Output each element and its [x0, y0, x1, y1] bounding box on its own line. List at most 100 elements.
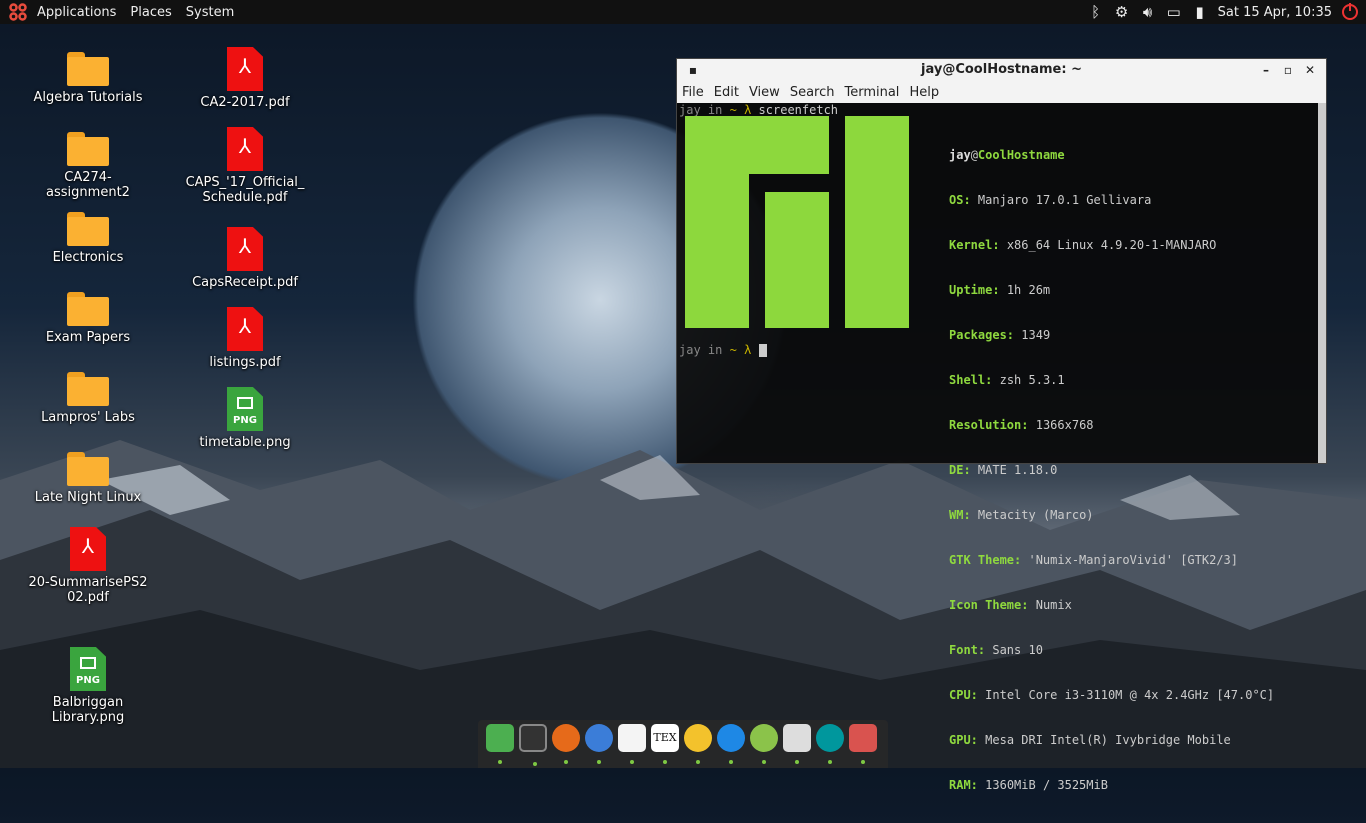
- trash-icon[interactable]: [849, 724, 877, 764]
- text-cursor: [758, 344, 767, 357]
- minimize-button[interactable]: –: [1258, 59, 1274, 81]
- info-value: Sans 10: [992, 643, 1043, 657]
- info-host: CoolHostname: [977, 148, 1065, 162]
- prompt-symbol: λ: [744, 343, 752, 357]
- terminal-window[interactable]: ▪ jay@CoolHostname: ~ – ▫ ✕ File Edit Vi…: [676, 58, 1327, 792]
- info-row: Icon Theme: Numix: [949, 598, 1274, 613]
- power-icon[interactable]: [1342, 3, 1358, 20]
- desktop-file-ca2-2017-pdf[interactable]: ⅄ CA2-2017.pdf: [180, 47, 310, 110]
- menu-terminal[interactable]: Terminal: [839, 85, 904, 100]
- info-row: Font: Sans 10: [949, 643, 1274, 658]
- info-value: Mesa DRI Intel(R) Ivybridge Mobile: [985, 733, 1231, 747]
- terminal-titlebar[interactable]: ▪ jay@CoolHostname: ~ – ▫ ✕: [677, 59, 1326, 81]
- places-menu[interactable]: Places: [123, 5, 178, 20]
- desktop-folder-lampros-labs[interactable]: Lampros' Labs: [23, 372, 153, 425]
- info-row: Resolution: 1366x768: [949, 418, 1274, 433]
- acrobat-icon[interactable]: [783, 724, 811, 764]
- desktop-folder-ca274-assignment2[interactable]: CA274-assignment2: [23, 132, 153, 200]
- battery-icon[interactable]: ▮: [1192, 3, 1208, 21]
- dock: TEX: [478, 720, 888, 768]
- network-icon[interactable]: ▭: [1166, 3, 1182, 21]
- window-title: jay@CoolHostname: ~: [921, 62, 1082, 77]
- thunderbird-icon[interactable]: [585, 724, 613, 764]
- desktop-folder-exam-papers[interactable]: Exam Papers: [23, 292, 153, 345]
- desktop-folder-algebra-tutorials[interactable]: Algebra Tutorials: [23, 52, 153, 105]
- menu-view[interactable]: View: [744, 85, 785, 100]
- desktop-icon-label: Exam Papers: [45, 330, 131, 345]
- desktop-icon-label: CAPS_'17_Official_Schedule.pdf: [185, 175, 305, 205]
- prompt-dir: ~: [729, 343, 737, 357]
- info-row: WM: Metacity (Marco): [949, 508, 1274, 523]
- system-tray: ᛒ ⚙ 🔊︎ ▭ ▮ Sat 15 Apr, 10:35: [1088, 0, 1366, 24]
- desktop-file-summarise-pdf[interactable]: ⅄ 20-SummarisePS202.pdf: [23, 527, 153, 605]
- terminal-scrollbar[interactable]: [1318, 103, 1326, 463]
- info-value: zsh 5.3.1: [999, 373, 1065, 387]
- bluetooth-icon[interactable]: ᛒ: [1088, 3, 1104, 21]
- terminal-menubar: File Edit View Search Terminal Help: [677, 81, 1326, 103]
- info-key: RAM:: [949, 778, 978, 792]
- menu-edit[interactable]: Edit: [709, 85, 744, 100]
- info-value: 1366x768: [1035, 418, 1094, 432]
- desktop-file-listings-pdf[interactable]: ⅄ listings.pdf: [180, 307, 310, 370]
- desktop-folder-late-night-linux[interactable]: Late Night Linux: [23, 452, 153, 505]
- prompt-in: in: [707, 343, 723, 357]
- info-key: GPU:: [949, 733, 978, 747]
- tex-icon[interactable]: TEX: [651, 724, 679, 764]
- applications-menu-icon[interactable]: [6, 0, 30, 24]
- info-row: Uptime: 1h 26m: [949, 283, 1274, 298]
- desktop-icon-label: 20-SummarisePS202.pdf: [28, 575, 148, 605]
- close-button[interactable]: ✕: [1302, 59, 1318, 81]
- prompt-symbol: λ: [744, 103, 752, 117]
- info-row: DE: MATE 1.18.0: [949, 463, 1274, 478]
- desktop-file-timetable-png[interactable]: PNG timetable.png: [180, 387, 310, 450]
- system-info: jay@CoolHostname OS: Manjaro 17.0.1 Gell…: [949, 118, 1274, 823]
- files-icon[interactable]: [618, 724, 646, 764]
- menu-help[interactable]: Help: [904, 85, 944, 100]
- info-key: Packages:: [949, 328, 1015, 342]
- pdf-icon: ⅄: [227, 307, 263, 351]
- desktop-icon-label: Balbriggan Library.png: [51, 695, 125, 725]
- info-row: Shell: zsh 5.3.1: [949, 373, 1274, 388]
- command-line-active[interactable]: jay in ~ λ: [679, 343, 767, 358]
- image-file-icon: PNG: [227, 387, 263, 431]
- desktop-icon-label: listings.pdf: [209, 355, 281, 370]
- folder-icon: [67, 212, 109, 246]
- prompt-user: jay: [679, 343, 701, 357]
- terminal-icon[interactable]: [519, 724, 547, 766]
- system-menu[interactable]: System: [179, 5, 241, 20]
- info-row: RAM: 1360MiB / 3525MiB: [949, 778, 1274, 793]
- firefox-icon[interactable]: [552, 724, 580, 764]
- desktop-folder-electronics[interactable]: Electronics: [23, 212, 153, 265]
- folder-icon: [67, 372, 109, 406]
- info-value: x86_64 Linux 4.9.20-1-MANJARO: [1006, 238, 1217, 252]
- menu-file[interactable]: File: [677, 85, 709, 100]
- applications-menu[interactable]: Applications: [30, 5, 123, 20]
- folder-icon: [67, 292, 109, 326]
- settings-icon[interactable]: ⚙: [1114, 3, 1130, 21]
- info-row: OS: Manjaro 17.0.1 Gellivara: [949, 193, 1274, 208]
- desktop-file-balbriggan-library-png[interactable]: PNG Balbriggan Library.png: [23, 647, 153, 725]
- terminal-output[interactable]: jay in ~ λ screenfetch jay@CoolHostname …: [677, 103, 1326, 792]
- pdf-icon: ⅄: [70, 527, 106, 571]
- info-key: Font:: [949, 643, 986, 657]
- desktop-file-caps-schedule-pdf[interactable]: ⅄ CAPS_'17_Official_Schedule.pdf: [180, 127, 310, 205]
- clock[interactable]: Sat 15 Apr, 10:35: [1218, 5, 1332, 20]
- arduino-icon[interactable]: [816, 724, 844, 764]
- volume-icon[interactable]: 🔊︎: [1140, 3, 1156, 21]
- folder-icon: [67, 452, 109, 486]
- sync-icon[interactable]: [717, 724, 745, 764]
- top-panel: Applications Places System ᛒ ⚙ 🔊︎ ▭ ▮ Sa…: [0, 0, 1366, 24]
- teapot-icon[interactable]: [684, 724, 712, 764]
- info-key: Kernel:: [949, 238, 1000, 252]
- chrome-icon[interactable]: [750, 724, 778, 764]
- info-value: Numix: [1035, 598, 1072, 612]
- desktop-icon-label: Algebra Tutorials: [33, 90, 143, 105]
- menu-search[interactable]: Search: [785, 85, 840, 100]
- folder-icon: [67, 52, 109, 86]
- desktop-icon-label: Late Night Linux: [34, 490, 142, 505]
- maximize-button[interactable]: ▫: [1280, 59, 1296, 81]
- info-row: CPU: Intel Core i3-3110M @ 4x 2.4GHz [47…: [949, 688, 1274, 703]
- window-menu-icon[interactable]: ▪: [685, 59, 701, 81]
- anchor-icon[interactable]: [486, 724, 514, 764]
- desktop-file-capsreceipt-pdf[interactable]: ⅄ CapsReceipt.pdf: [180, 227, 310, 290]
